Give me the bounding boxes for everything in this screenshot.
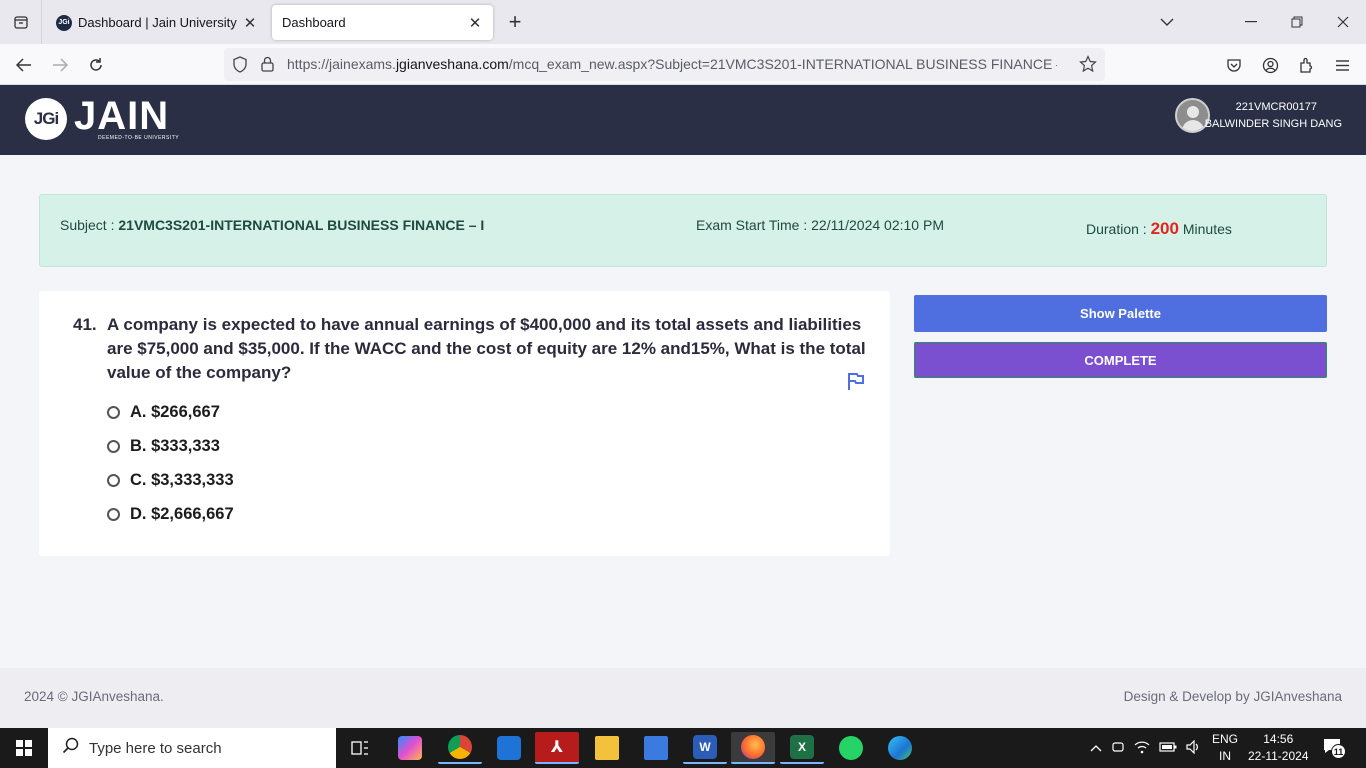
acrobat-icon[interactable]: ⅄ xyxy=(535,732,579,764)
extensions-icon[interactable] xyxy=(1291,50,1321,80)
clock[interactable]: 14:56 22-11-2024 xyxy=(1248,731,1309,765)
forward-icon[interactable] xyxy=(45,50,75,80)
browser-nav-bar: https://jainexams.jgianveshana.com/mcq_e… xyxy=(0,44,1366,85)
pocket-icon[interactable] xyxy=(1219,50,1249,80)
system-tray xyxy=(1090,728,1202,768)
question-number: 41. xyxy=(73,315,97,334)
restore-icon[interactable] xyxy=(1274,0,1320,44)
exam-info-banner: Subject : 21VMC3S201-INTERNATIONAL BUSIN… xyxy=(39,194,1327,267)
file-explorer-icon[interactable] xyxy=(585,732,629,764)
battery-icon[interactable] xyxy=(1159,741,1177,755)
search-icon xyxy=(62,737,79,759)
footer-credit: Design & Develop by JGIAnveshana xyxy=(1123,689,1342,704)
tab-dashboard[interactable]: Dashboard ✕ xyxy=(272,5,493,40)
tab-jain-university[interactable]: JGi Dashboard | Jain University ✕ xyxy=(46,5,268,40)
jgi-logo-icon: JGi xyxy=(25,98,67,140)
radio-icon[interactable] xyxy=(107,405,120,419)
chrome-icon[interactable] xyxy=(438,732,482,764)
url-text: https://jainexams.jgianveshana.com/mcq_e… xyxy=(287,56,1057,72)
firefox-icon[interactable] xyxy=(731,732,775,764)
complete-button[interactable]: COMPLETE xyxy=(914,342,1327,378)
option-b[interactable]: B. $333,333 xyxy=(107,434,220,458)
menu-icon[interactable] xyxy=(1327,50,1357,80)
address-bar[interactable]: https://jainexams.jgianveshana.com/mcq_e… xyxy=(224,48,1105,81)
back-icon[interactable] xyxy=(9,50,39,80)
exam-duration: Duration : 200 Minutes xyxy=(1086,219,1232,238)
jain-logo-text: JAIN xyxy=(74,94,170,138)
tab-title: Dashboard | Jain University xyxy=(78,15,237,30)
lock-icon[interactable] xyxy=(261,56,274,77)
footer-copyright: 2024 © JGIAnveshana. xyxy=(24,689,164,704)
logo-subtitle: DEEMED-TO-BE UNIVERSITY xyxy=(98,135,180,141)
excel-icon[interactable]: X xyxy=(780,732,824,764)
radio-icon[interactable] xyxy=(107,507,120,521)
browser-tab-strip: JGi Dashboard | Jain University ✕ Dashbo… xyxy=(0,0,1366,44)
store-icon[interactable] xyxy=(634,732,678,764)
jgi-favicon-icon: JGi xyxy=(56,14,72,31)
tab-title: Dashboard xyxy=(282,15,346,30)
show-palette-button[interactable]: Show Palette xyxy=(914,295,1327,332)
question-card: 41. A company is expected to have annual… xyxy=(39,291,890,556)
close-icon[interactable]: ✕ xyxy=(242,14,258,32)
close-icon[interactable]: ✕ xyxy=(467,14,483,32)
notification-count-badge: 11 xyxy=(1331,744,1346,759)
windows-taskbar: Type here to search ⅄ W X ENG IN 14:56 22-… xyxy=(0,728,1366,768)
page-footer: 2024 © JGIAnveshana. Design & Develop by… xyxy=(0,668,1366,728)
notification-icon[interactable]: 11 xyxy=(1323,738,1346,759)
user-id: 221VMCR00177 xyxy=(1235,101,1317,113)
volume-icon[interactable] xyxy=(1186,739,1202,757)
edge-icon[interactable] xyxy=(878,732,922,764)
mail-icon[interactable] xyxy=(487,732,531,764)
task-view-icon[interactable] xyxy=(338,732,382,764)
option-c[interactable]: C. $3,333,333 xyxy=(107,468,234,492)
site-header: JGi JAIN DEEMED-TO-BE UNIVERSITY 221VMCR… xyxy=(0,85,1366,155)
word-icon[interactable]: W xyxy=(683,732,727,764)
chevron-down-icon[interactable] xyxy=(1144,0,1190,44)
search-placeholder: Type here to search xyxy=(89,739,222,757)
meet-now-icon[interactable] xyxy=(1111,740,1125,757)
flag-icon[interactable] xyxy=(846,371,866,391)
subject-info: Subject : 21VMC3S201-INTERNATIONAL BUSIN… xyxy=(60,217,485,233)
shield-icon[interactable] xyxy=(232,56,248,78)
copilot-icon[interactable] xyxy=(388,732,432,764)
option-a[interactable]: A. $266,667 xyxy=(107,400,220,424)
new-tab-icon[interactable]: + xyxy=(503,9,527,35)
taskbar-search-input[interactable]: Type here to search xyxy=(48,728,336,768)
minimize-icon[interactable] xyxy=(1228,0,1274,44)
option-d[interactable]: D. $2,666,667 xyxy=(107,502,234,526)
window-close-icon[interactable] xyxy=(1320,0,1366,44)
windows-start-icon[interactable] xyxy=(0,728,48,768)
radio-icon[interactable] xyxy=(107,473,120,487)
reload-icon[interactable] xyxy=(81,50,111,80)
bookmark-star-icon[interactable] xyxy=(1079,55,1097,78)
wifi-icon[interactable] xyxy=(1134,740,1150,757)
radio-icon[interactable] xyxy=(107,439,120,453)
tab-list-icon[interactable] xyxy=(0,0,42,44)
exam-start-time: Exam Start Time : 22/11/2024 02:10 PM xyxy=(696,217,944,233)
language-indicator[interactable]: ENG IN xyxy=(1212,731,1238,765)
question-text: A company is expected to have annual ear… xyxy=(107,315,866,382)
chevron-up-icon[interactable] xyxy=(1090,741,1102,755)
account-icon[interactable] xyxy=(1255,50,1285,80)
user-name: BALWINDER SINGH DANG xyxy=(1204,118,1342,130)
whatsapp-icon[interactable] xyxy=(829,732,873,764)
